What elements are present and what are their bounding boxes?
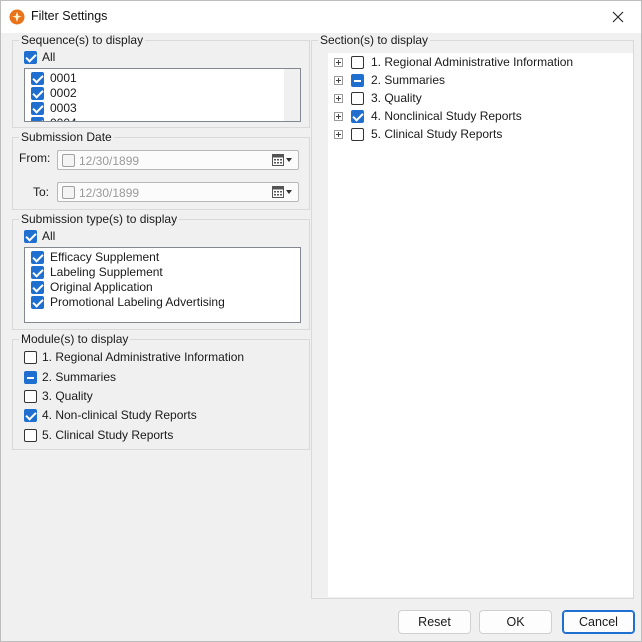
list-item-label: 0001 [50, 71, 77, 85]
checkbox[interactable] [31, 71, 44, 85]
calendar-icon[interactable] [272, 154, 294, 169]
list-scrollbar[interactable] [284, 69, 300, 121]
checkbox[interactable] [31, 265, 44, 279]
module-checkbox-3[interactable]: 3. Quality [24, 389, 93, 403]
checkbox[interactable] [31, 280, 44, 294]
submission-types-all-checkbox[interactable]: All [24, 229, 55, 243]
module-checkbox-5[interactable]: 5. Clinical Study Reports [24, 428, 173, 442]
checkbox[interactable] [31, 116, 44, 121]
checkbox[interactable] [31, 86, 44, 100]
list-item[interactable]: 0001 [31, 71, 77, 85]
to-date-picker[interactable]: 12/30/1899 [57, 182, 299, 202]
tree-row-2[interactable]: 2. Summaries [334, 73, 445, 87]
checkbox[interactable] [31, 295, 44, 309]
window-title: Filter Settings [31, 9, 108, 23]
from-label: From: [19, 151, 51, 165]
checkbox[interactable] [351, 55, 364, 69]
sections-group-label: Section(s) to display [318, 33, 431, 47]
app-icon [9, 9, 25, 25]
checkbox-label: All [42, 229, 56, 243]
tree-row-label: 4. Nonclinical Study Reports [371, 109, 522, 123]
tree-row-label: 5. Clinical Study Reports [371, 127, 503, 141]
list-item-label: Labeling Supplement [50, 265, 163, 279]
checkbox[interactable] [351, 73, 364, 87]
checkbox-label: 2. Summaries [42, 370, 117, 384]
checkbox[interactable] [24, 389, 37, 403]
module-checkbox-2[interactable]: 2. Summaries [24, 370, 116, 384]
list-item-label: 0002 [50, 86, 77, 100]
list-item-label: 0004 [50, 116, 77, 121]
list-item[interactable]: Original Application [31, 280, 153, 294]
sequences-list[interactable]: 0001 0002 0003 0004 [24, 68, 301, 122]
checkbox[interactable] [351, 109, 364, 123]
list-item[interactable]: Labeling Supplement [31, 265, 163, 279]
checkbox[interactable] [24, 428, 37, 442]
submission-types-group-label: Submission type(s) to display [19, 212, 180, 226]
modules-group-label: Module(s) to display [19, 332, 131, 346]
list-item-label: 0003 [50, 101, 77, 115]
list-item-label: Promotional Labeling Advertising [50, 295, 225, 309]
tree-row-label: 1. Regional Administrative Information [371, 55, 574, 69]
cancel-button[interactable]: Cancel [562, 610, 635, 634]
submission-types-list[interactable]: Efficacy Supplement Labeling Supplement … [24, 247, 301, 323]
list-item[interactable]: 0003 [31, 101, 77, 115]
checkbox[interactable] [24, 50, 37, 64]
list-item[interactable]: 0004 [31, 116, 77, 121]
checkbox[interactable] [31, 250, 44, 264]
expand-icon[interactable] [334, 129, 343, 139]
expand-icon[interactable] [334, 57, 343, 67]
checkbox-label: 4. Non-clinical Study Reports [42, 408, 197, 422]
checkbox[interactable] [351, 91, 364, 105]
tree-row-1[interactable]: 1. Regional Administrative Information [334, 55, 573, 69]
list-item-label: Original Application [50, 280, 153, 294]
expand-icon[interactable] [334, 111, 343, 121]
checkbox[interactable] [24, 370, 37, 384]
submission-types-group: Submission type(s) to display All Effica… [12, 212, 310, 330]
sequences-group-label: Sequence(s) to display [19, 33, 146, 47]
to-date-checkbox[interactable] [62, 186, 75, 199]
expand-icon[interactable] [334, 93, 343, 103]
filter-settings-dialog: Filter Settings Sequence(s) to display A… [0, 0, 642, 642]
sequences-all-checkbox[interactable]: All [24, 50, 55, 64]
checkbox-label: 3. Quality [42, 389, 93, 403]
from-date-checkbox[interactable] [62, 154, 75, 167]
calendar-icon[interactable] [272, 186, 294, 201]
close-button[interactable] [595, 1, 641, 33]
checkbox[interactable] [351, 127, 364, 141]
sections-tree[interactable]: 1. Regional Administrative Information 2… [328, 53, 633, 597]
submission-date-group-label: Submission Date [19, 130, 114, 144]
list-item-label: Efficacy Supplement [50, 250, 160, 264]
ok-button[interactable]: OK [479, 610, 552, 634]
checkbox[interactable] [24, 229, 37, 243]
reset-button[interactable]: Reset [398, 610, 471, 634]
tree-row-4[interactable]: 4. Nonclinical Study Reports [334, 109, 522, 123]
list-item[interactable]: Efficacy Supplement [31, 250, 159, 264]
checkbox-label: 1. Regional Administrative Information [42, 350, 245, 364]
to-date-value: 12/30/1899 [79, 186, 140, 200]
list-item[interactable]: Promotional Labeling Advertising [31, 295, 225, 309]
tree-row-5[interactable]: 5. Clinical Study Reports [334, 127, 502, 141]
expand-icon[interactable] [334, 75, 343, 85]
checkbox[interactable] [24, 408, 37, 422]
title-bar: Filter Settings [1, 1, 641, 33]
list-item[interactable]: 0002 [31, 86, 77, 100]
checkbox-label: All [42, 50, 56, 64]
sequences-group: Sequence(s) to display All 0001 0002 000… [12, 33, 310, 128]
module-checkbox-1[interactable]: 1. Regional Administrative Information [24, 350, 244, 364]
checkbox[interactable] [24, 350, 37, 364]
modules-group: Module(s) to display 1. Regional Adminis… [12, 332, 310, 450]
module-checkbox-4[interactable]: 4. Non-clinical Study Reports [24, 408, 197, 422]
tree-row-label: 3. Quality [371, 91, 422, 105]
checkbox-label: 5. Clinical Study Reports [42, 428, 174, 442]
sections-group: Section(s) to display 1. Regional Admini… [311, 33, 634, 599]
tree-row-label: 2. Summaries [371, 73, 446, 87]
checkbox[interactable] [31, 101, 44, 115]
submission-date-group: Submission Date From: 12/30/1899 To: 12/… [12, 130, 310, 210]
from-date-value: 12/30/1899 [79, 154, 140, 168]
close-icon [612, 11, 624, 23]
from-date-picker[interactable]: 12/30/1899 [57, 150, 299, 170]
to-label: To: [33, 185, 50, 199]
tree-row-3[interactable]: 3. Quality [334, 91, 422, 105]
